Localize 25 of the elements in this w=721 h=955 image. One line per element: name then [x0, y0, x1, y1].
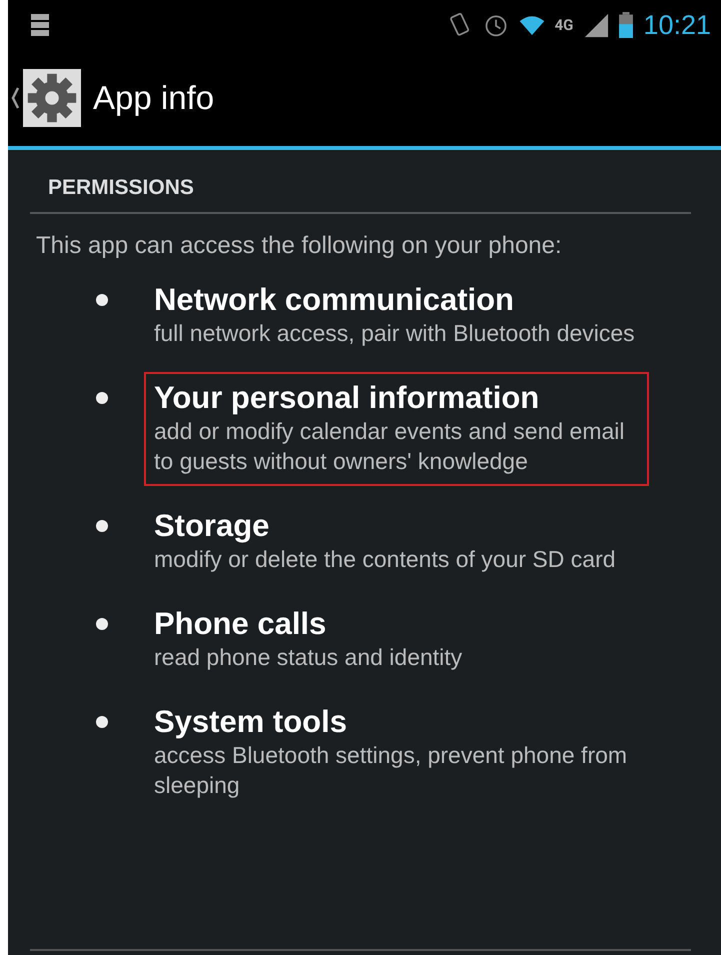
permission-description: read phone status and identity: [154, 643, 464, 672]
permission-title: Your personal information: [154, 380, 540, 416]
intro-text: This app can access the following on your phone:: [35, 231, 563, 261]
clock: 10:21: [643, 10, 711, 40]
stack-icon: [30, 12, 50, 38]
permission-title: Network communication: [154, 282, 515, 318]
permission-description: modify or delete the contents of your SD card: [154, 545, 617, 574]
bullet-icon: [96, 392, 108, 404]
bullet-icon: [96, 520, 108, 532]
network-label: 4G: [554, 16, 574, 34]
permission-title: Phone calls: [154, 606, 328, 642]
battery-icon: [619, 12, 634, 38]
screen-title: App info: [93, 79, 214, 117]
bullet-icon: [96, 294, 108, 306]
permission-title: System tools: [154, 704, 348, 740]
bullet-icon: [96, 618, 108, 630]
permission-description: full network access, pair with Bluetooth devices: [154, 319, 636, 348]
caret-icon: [10, 86, 20, 110]
permission-description: add or modify calendar events and send email to guests without owners' knowledge: [154, 417, 626, 476]
section-header: PERMISSIONS: [30, 150, 691, 214]
bullet-icon: [96, 716, 108, 728]
permission-description: access Bluetooth settings, prevent phone from sleeping: [154, 741, 628, 800]
permission-title: Storage: [154, 508, 270, 544]
gear-icon: [23, 69, 81, 127]
signal-icon: [583, 12, 610, 38]
